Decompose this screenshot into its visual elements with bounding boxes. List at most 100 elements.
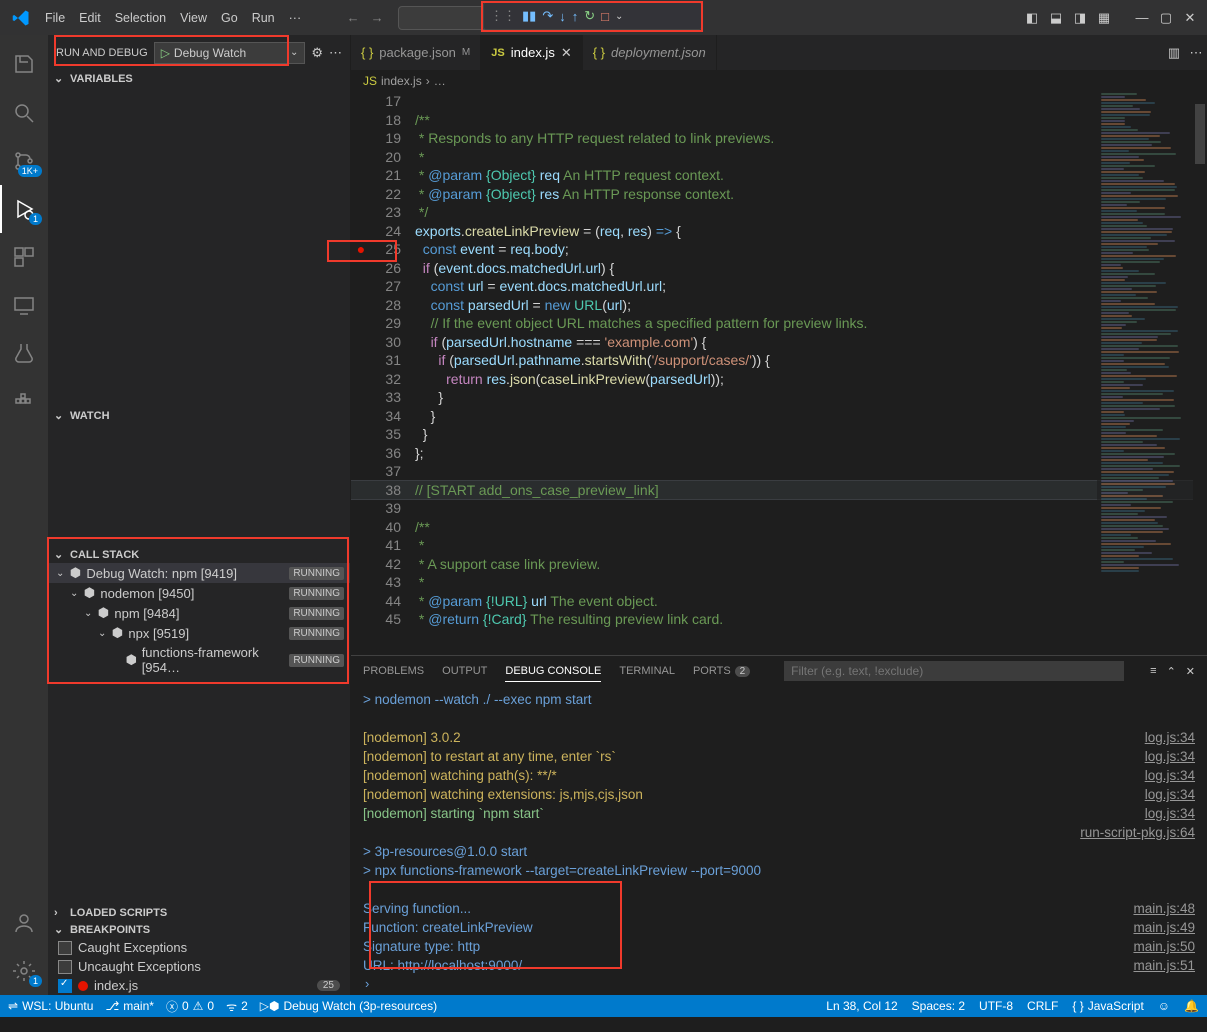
- code-line[interactable]: 37: [351, 462, 1207, 481]
- code-line[interactable]: 27 const url = event.docs.matchedUrl.url…: [351, 277, 1207, 296]
- layout-customize-icon[interactable]: ▦: [1093, 7, 1115, 29]
- code-line[interactable]: 42 * A support case link preview.: [351, 555, 1207, 574]
- layout-sidebar-left-icon[interactable]: ◧: [1021, 7, 1043, 29]
- panel-tab-ports[interactable]: PORTS2: [693, 661, 750, 681]
- source-link[interactable]: main.js:49: [1133, 918, 1195, 937]
- language-mode[interactable]: { } JavaScript: [1072, 999, 1143, 1013]
- menu-selection[interactable]: Selection: [108, 7, 173, 29]
- pause-icon[interactable]: ▮▮: [522, 8, 536, 24]
- debug-console-output[interactable]: > nodemon --watch ./ --exec npm start [n…: [351, 686, 1207, 976]
- menu-run[interactable]: Run: [245, 7, 282, 29]
- source-link[interactable]: run-script-pkg.js:64: [1080, 823, 1195, 842]
- callstack-header[interactable]: ⌄CALL STACK: [48, 546, 350, 563]
- eol[interactable]: CRLF: [1027, 999, 1058, 1013]
- panel-tab-terminal[interactable]: TERMINAL: [619, 661, 675, 681]
- accounts-icon[interactable]: [0, 899, 48, 947]
- code-line[interactable]: 21 * @param {Object} req An HTTP request…: [351, 166, 1207, 185]
- editor-tab[interactable]: { }package.jsonM: [351, 35, 481, 70]
- explorer-icon[interactable]: [0, 41, 48, 89]
- code-line[interactable]: 44 * @param {!URL} url The event object.: [351, 592, 1207, 611]
- layout-sidebar-right-icon[interactable]: ◨: [1069, 7, 1091, 29]
- source-link[interactable]: log.js:34: [1145, 766, 1195, 785]
- indentation[interactable]: Spaces: 2: [912, 999, 965, 1013]
- code-line[interactable]: 45 * @return {!Card} The resulting previ…: [351, 610, 1207, 629]
- code-editor[interactable]: 1718/**19 * Responds to any HTTP request…: [351, 92, 1207, 655]
- loaded-scripts-header[interactable]: ›LOADED SCRIPTS: [48, 905, 350, 921]
- callstack-row[interactable]: ⬢functions-framework [954…RUNNING: [48, 643, 350, 677]
- code-line[interactable]: 22 * @param {Object} res An HTTP respons…: [351, 185, 1207, 204]
- code-line[interactable]: 32 return res.json(caseLinkPreview(parse…: [351, 370, 1207, 389]
- source-link[interactable]: log.js:34: [1145, 728, 1195, 747]
- code-line[interactable]: 38// [START add_ons_case_preview_link]: [351, 481, 1207, 500]
- callstack-row[interactable]: ⌄⬢npm [9484]RUNNING: [48, 603, 350, 623]
- code-line[interactable]: 35 }: [351, 425, 1207, 444]
- code-line[interactable]: 34 }: [351, 407, 1207, 426]
- git-branch[interactable]: ⎇main*: [105, 999, 154, 1013]
- ports-status[interactable]: ᯤ2: [226, 998, 248, 1015]
- layout-panel-icon[interactable]: ⬓: [1045, 7, 1067, 29]
- source-link[interactable]: log.js:34: [1145, 804, 1195, 823]
- gear-icon[interactable]: ⚙: [311, 45, 323, 61]
- code-line[interactable]: 40/**: [351, 518, 1207, 537]
- code-line[interactable]: 39: [351, 499, 1207, 518]
- breakpoint-file[interactable]: index.js25: [48, 976, 350, 995]
- editor-tab[interactable]: JSindex.js✕: [481, 35, 582, 70]
- source-link[interactable]: log.js:34: [1145, 785, 1195, 804]
- code-line[interactable]: ●25 const event = req.body;: [351, 240, 1207, 259]
- code-line[interactable]: 41 *: [351, 536, 1207, 555]
- debug-toolbar[interactable]: ⋮⋮ ▮▮ ↷ ↓ ↑ ↻ □ ⌄: [483, 2, 702, 30]
- code-line[interactable]: 31 if (parsedUrl.pathname.startsWith('/s…: [351, 351, 1207, 370]
- watch-header[interactable]: ⌄WATCH: [48, 407, 350, 424]
- chevron-down-icon[interactable]: ⌄: [615, 11, 623, 22]
- docker-icon[interactable]: [0, 377, 48, 425]
- code-line[interactable]: 43 *: [351, 573, 1207, 592]
- menu-view[interactable]: View: [173, 7, 214, 29]
- source-link[interactable]: log.js:34: [1145, 747, 1195, 766]
- code-line[interactable]: 30 if (parsedUrl.hostname === 'example.c…: [351, 333, 1207, 352]
- breadcrumb[interactable]: JS index.js › …: [351, 70, 1207, 92]
- testing-icon[interactable]: [0, 329, 48, 377]
- step-out-icon[interactable]: ↑: [572, 9, 579, 24]
- code-line[interactable]: 36};: [351, 444, 1207, 463]
- drag-handle-icon[interactable]: ⋮⋮: [490, 8, 516, 24]
- checkbox-checked-icon[interactable]: [58, 979, 72, 993]
- source-link[interactable]: main.js:48: [1133, 899, 1195, 918]
- tab-close-icon[interactable]: ✕: [561, 45, 572, 61]
- panel-tab-debug-console[interactable]: DEBUG CONSOLE: [505, 661, 601, 682]
- breakpoint-uncaught[interactable]: Uncaught Exceptions: [48, 957, 350, 976]
- debug-config-select[interactable]: ▷ Debug Watch ⌄: [154, 42, 306, 64]
- code-line[interactable]: 28 const parsedUrl = new URL(url);: [351, 296, 1207, 315]
- menu-···[interactable]: ···: [282, 7, 309, 29]
- settings-icon[interactable]: 1: [0, 947, 48, 995]
- code-line[interactable]: 29 // If the event object URL matches a …: [351, 314, 1207, 333]
- callstack-row[interactable]: ⌄⬢nodemon [9450]RUNNING: [48, 583, 350, 603]
- close-panel-icon[interactable]: ✕: [1186, 665, 1195, 678]
- nav-forward-icon[interactable]: →: [366, 7, 388, 29]
- split-editor-icon[interactable]: ▥: [1163, 42, 1185, 64]
- code-line[interactable]: 17: [351, 92, 1207, 111]
- extensions-icon[interactable]: [0, 233, 48, 281]
- run-debug-icon[interactable]: 1: [0, 185, 48, 233]
- code-line[interactable]: 18/**: [351, 111, 1207, 130]
- menu-file[interactable]: File: [38, 7, 72, 29]
- nav-back-icon[interactable]: ←: [342, 7, 364, 29]
- panel-tab-problems[interactable]: PROBLEMS: [363, 661, 424, 681]
- step-into-icon[interactable]: ↓: [559, 9, 566, 24]
- variables-header[interactable]: ⌄VARIABLES: [48, 70, 350, 87]
- vertical-scrollbar[interactable]: [1193, 92, 1207, 655]
- restart-icon[interactable]: ↻: [584, 8, 595, 24]
- callstack-row[interactable]: ⌄⬢Debug Watch: npm [9419]RUNNING: [48, 563, 350, 583]
- debug-status[interactable]: ▷⬢Debug Watch (3p-resources): [260, 999, 437, 1013]
- code-line[interactable]: 33 }: [351, 388, 1207, 407]
- code-line[interactable]: 20 *: [351, 148, 1207, 167]
- filter-settings-icon[interactable]: ≡: [1150, 665, 1156, 678]
- checkbox-icon[interactable]: [58, 941, 72, 955]
- remote-indicator[interactable]: ⇌WSL: Ubuntu: [8, 999, 93, 1013]
- collapse-icon[interactable]: ⌃: [1167, 665, 1176, 678]
- close-icon[interactable]: ✕: [1179, 7, 1201, 29]
- code-line[interactable]: 24exports.createLinkPreview = (req, res)…: [351, 222, 1207, 241]
- cursor-position[interactable]: Ln 38, Col 12: [826, 999, 897, 1013]
- more-actions-icon[interactable]: ⋯: [1185, 42, 1207, 64]
- more-icon[interactable]: ⋯: [329, 45, 342, 61]
- callstack-row[interactable]: ⌄⬢npx [9519]RUNNING: [48, 623, 350, 643]
